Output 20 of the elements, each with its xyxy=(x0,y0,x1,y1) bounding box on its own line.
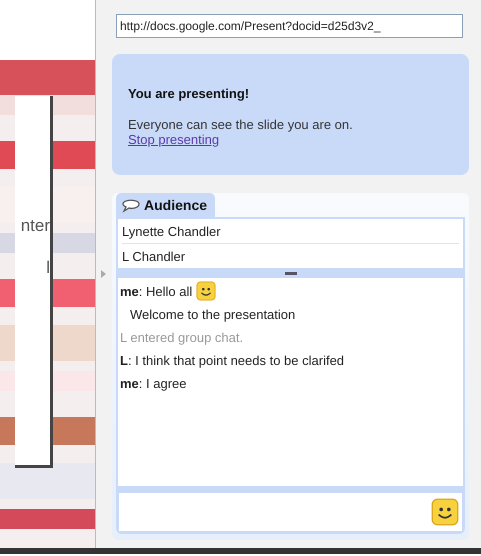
url-field[interactable]: http://docs.google.com/Present?docid=d25d3v2_ xyxy=(116,14,463,38)
chat-input[interactable] xyxy=(118,492,463,532)
slide-text: nter xyxy=(20,216,50,236)
notice-text: Everyone can see the slide you are on. xyxy=(128,117,354,132)
stop-presenting-link[interactable]: Stop presenting xyxy=(128,132,220,147)
audience-tab[interactable]: Audience xyxy=(116,193,216,217)
audience-member[interactable]: L Chandler xyxy=(122,243,459,268)
speech-bubble-icon xyxy=(120,197,142,213)
audience-member[interactable]: Lynette Chandler xyxy=(122,219,459,243)
slide-text: l xyxy=(46,258,50,278)
resize-handle-icon[interactable] xyxy=(284,272,296,274)
chat-message: Welcome to the presentation xyxy=(130,306,296,322)
smiley-icon xyxy=(196,281,216,301)
notice-title: You are presenting! xyxy=(128,86,250,101)
system-message: L entered group chat. xyxy=(120,330,244,344)
emoticon-button[interactable] xyxy=(431,498,459,526)
chat-message: me: I agree xyxy=(120,376,186,390)
smiley-icon xyxy=(431,498,459,526)
chat-message: me: Hello all xyxy=(120,284,192,298)
chat-message: L: I think that point needs to be clarifed xyxy=(120,352,344,368)
